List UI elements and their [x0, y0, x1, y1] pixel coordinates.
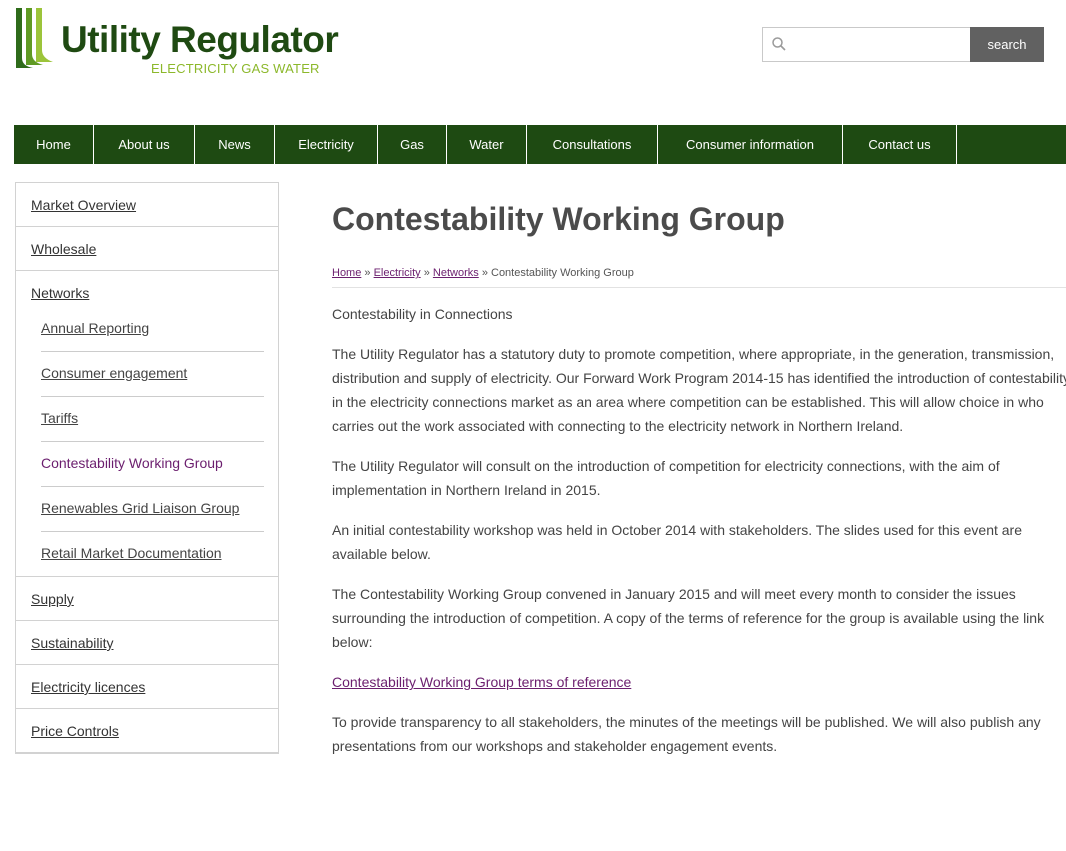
paragraph: The Contestability Working Group convene…: [332, 586, 1045, 651]
breadcrumb-electricity[interactable]: Electricity: [374, 267, 421, 279]
paragraph: The Utility Regulator has a statutory du…: [332, 346, 1066, 435]
nav-water[interactable]: Water: [447, 125, 527, 164]
main-nav: Home About us News Electricity Gas Water…: [14, 125, 1066, 164]
nav-home[interactable]: Home: [14, 125, 94, 164]
logo-name: Utility Regulator: [61, 19, 339, 60]
paragraph: To provide transparency to all stakehold…: [332, 714, 1041, 755]
nav-contact-us[interactable]: Contact us: [843, 125, 957, 164]
search-button[interactable]: search: [970, 27, 1044, 62]
breadcrumb-separator: »: [423, 267, 430, 280]
page-title: Contestability Working Group: [332, 201, 785, 237]
sidebar-item-price-controls[interactable]: Price Controls: [16, 709, 278, 753]
sidebar-subitem-renewables-grid-liaison-group[interactable]: Renewables Grid Liaison Group: [41, 487, 264, 532]
sidebar-item-electricity-licences[interactable]: Electricity licences: [16, 665, 278, 709]
sidebar-subitem-contestability-working-group[interactable]: Contestability Working Group: [41, 442, 264, 487]
lead-heading: Contestability in Connections: [332, 306, 513, 323]
nav-consultations[interactable]: Consultations: [527, 125, 658, 164]
logo-mark-icon: [16, 8, 53, 68]
sidebar-item-supply[interactable]: Supply: [16, 577, 278, 621]
breadcrumb-home[interactable]: Home: [332, 267, 361, 279]
terms-of-reference-link[interactable]: Contestability Working Group terms of re…: [332, 674, 631, 690]
sidebar-item-wholesale[interactable]: Wholesale: [16, 227, 278, 271]
nav-electricity[interactable]: Electricity: [275, 125, 378, 164]
sidebar-subitem-tariffs[interactable]: Tariffs: [41, 397, 264, 442]
main-content: Contestability Working Group Home » Elec…: [332, 190, 1066, 758]
nav-about-us[interactable]: About us: [94, 125, 195, 164]
site-logo[interactable]: Utility Regulator ELECTRICITY GAS WATER: [13, 6, 339, 76]
breadcrumb-networks[interactable]: Networks: [433, 267, 479, 279]
breadcrumb-current: Contestability Working Group: [491, 267, 634, 280]
sidebar-subitem-annual-reporting[interactable]: Annual Reporting: [41, 307, 264, 352]
sidebar: Market Overview Wholesale Networks Annua…: [15, 182, 279, 754]
logo-tagline: ELECTRICITY GAS WATER: [151, 61, 320, 76]
breadcrumb-separator: »: [364, 267, 371, 280]
sidebar-item-market-overview[interactable]: Market Overview: [16, 183, 278, 227]
sidebar-submenu-networks: Annual Reporting Consumer engagement Tar…: [16, 307, 278, 577]
search-input[interactable]: [762, 27, 970, 62]
sidebar-item-sustainability[interactable]: Sustainability: [16, 621, 278, 665]
sidebar-item-networks[interactable]: Networks: [16, 271, 278, 307]
nav-news[interactable]: News: [195, 125, 275, 164]
nav-gas[interactable]: Gas: [378, 125, 447, 164]
breadcrumb: Home » Electricity » Networks » Contesta…: [332, 267, 1066, 289]
paragraph: An initial contestability workshop was h…: [332, 522, 1022, 563]
paragraph: The Utility Regulator will consult on th…: [332, 458, 1000, 499]
sidebar-subitem-consumer-engagement[interactable]: Consumer engagement: [41, 352, 264, 397]
breadcrumb-separator: »: [481, 267, 488, 280]
nav-consumer-information[interactable]: Consumer information: [658, 125, 843, 164]
sidebar-subitem-retail-market-documentation[interactable]: Retail Market Documentation: [41, 532, 264, 576]
article-body: Contestability in Connections The Utilit…: [332, 302, 1066, 758]
search-icon: [772, 37, 786, 51]
